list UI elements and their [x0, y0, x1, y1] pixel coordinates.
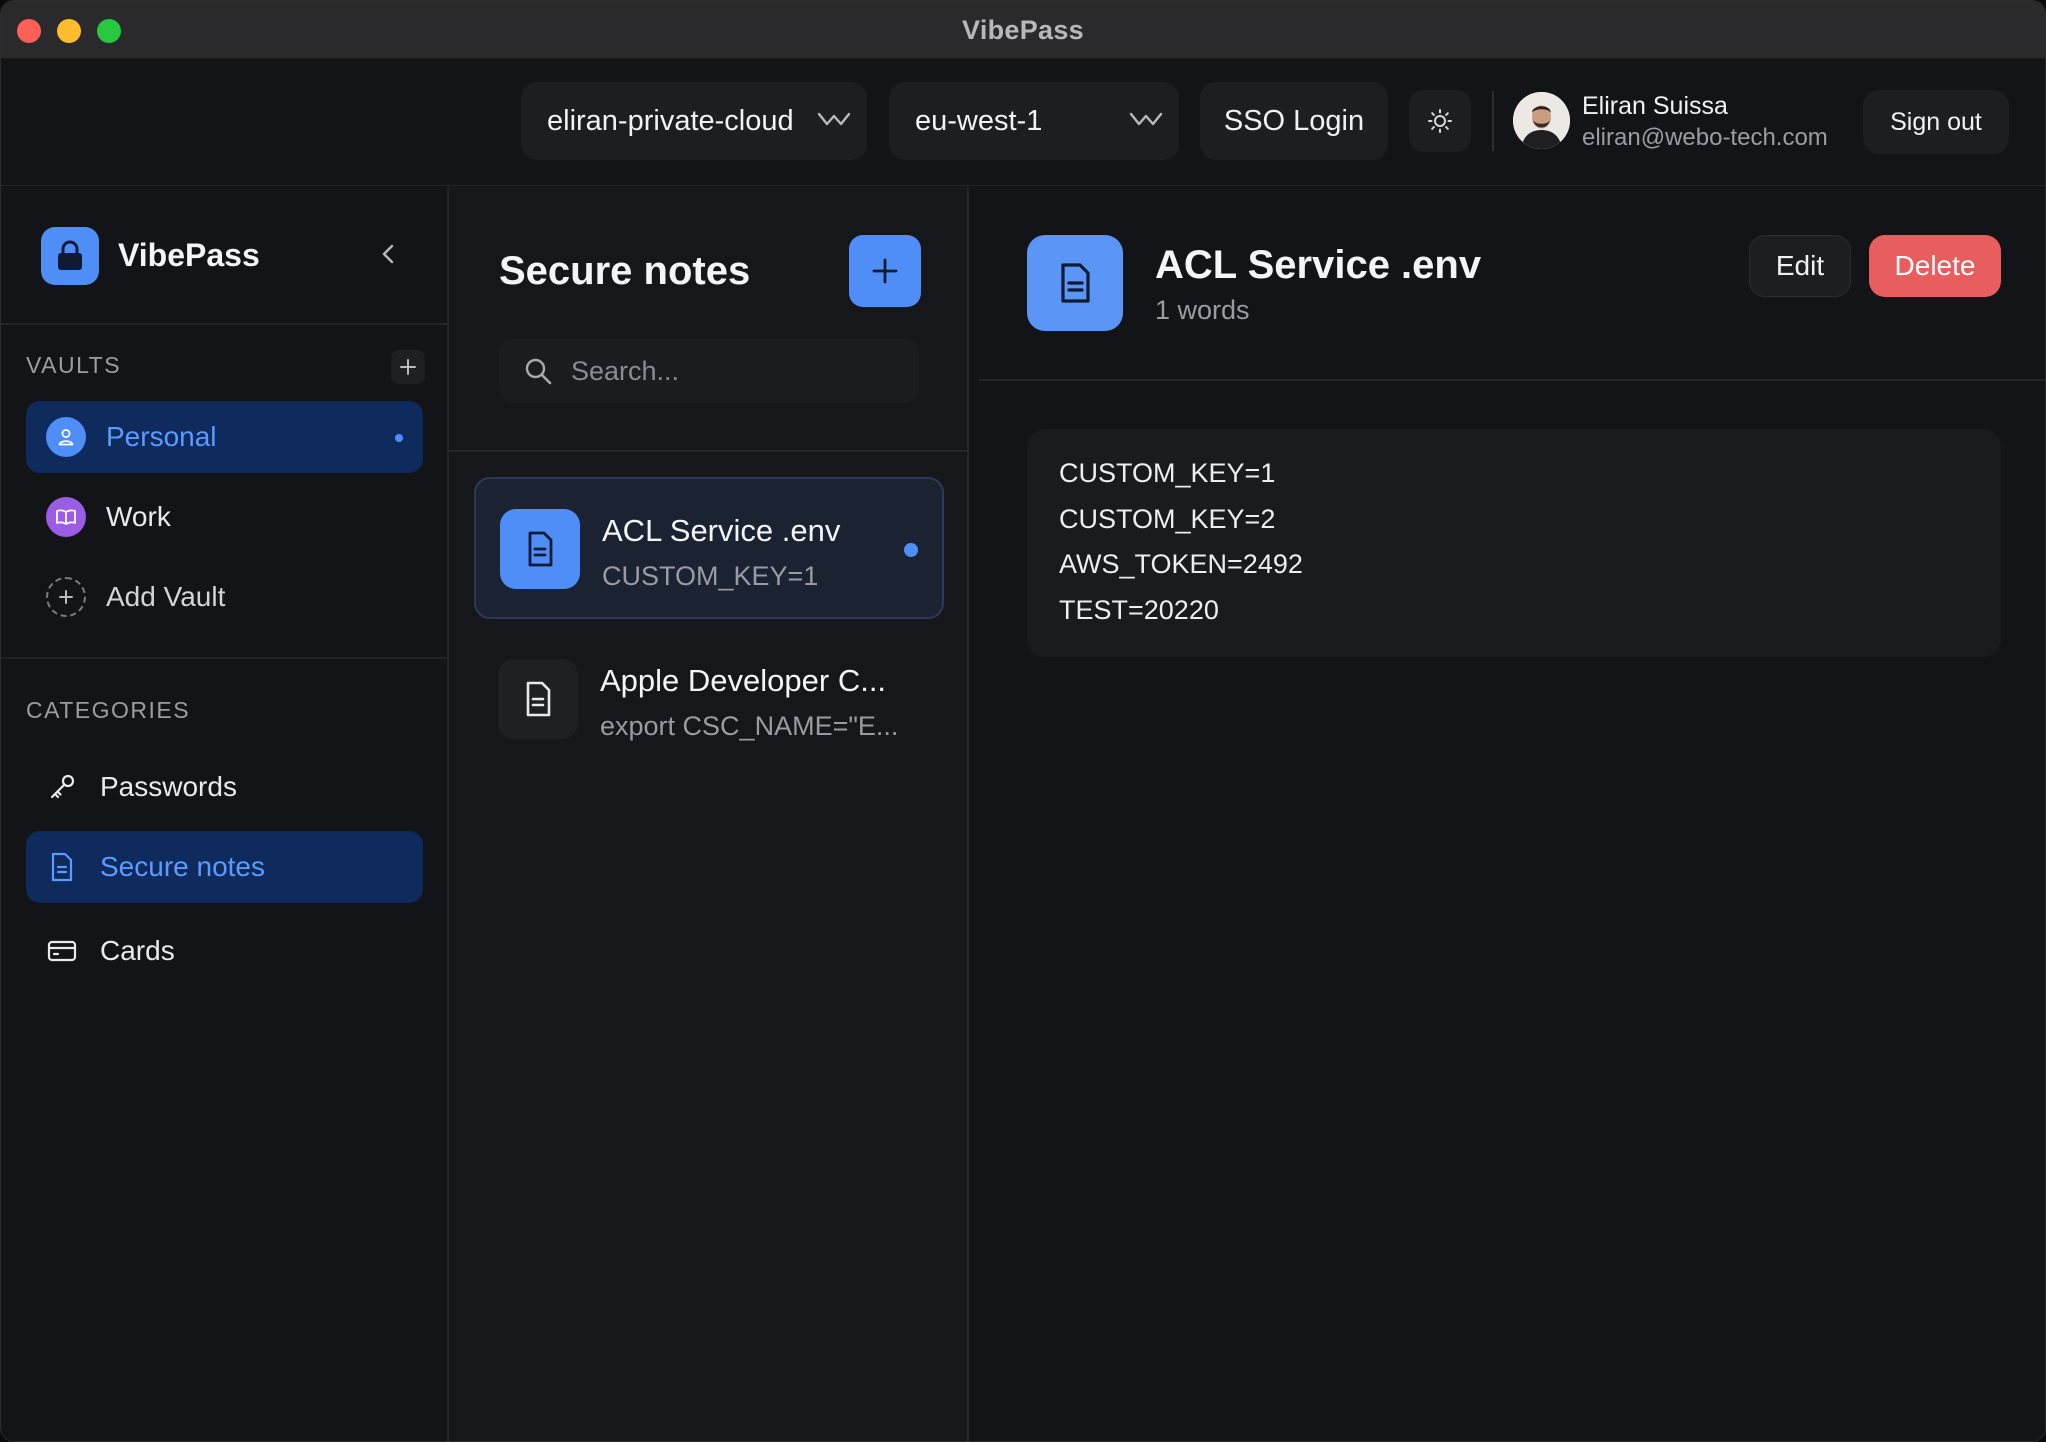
document-icon	[46, 851, 78, 883]
window-title: VibePass	[962, 15, 1084, 45]
categories-heading: CATEGORIES	[26, 697, 191, 723]
sidebar-divider	[1, 657, 447, 659]
delete-button-label: Delete	[1894, 250, 1976, 281]
user-avatar-icon	[1513, 92, 1570, 149]
profile-select[interactable]: eliran-private-cloud	[521, 82, 867, 160]
note-item[interactable]: ACL Service .env CUSTOM_KEY=1	[474, 477, 944, 619]
word-count: 1 words	[1155, 295, 1250, 325]
brand-name: VibePass	[118, 237, 260, 273]
list-title: Secure notes	[499, 249, 751, 293]
user-name: Eliran Suissa	[1582, 92, 1728, 120]
edit-button[interactable]: Edit	[1749, 235, 1851, 297]
chevron-down-icon	[817, 112, 851, 126]
profile-select-label: eliran-private-cloud	[547, 104, 794, 137]
document-icon	[500, 509, 580, 589]
note-item[interactable]: Apple Developer C... export CSC_NAME="E.…	[474, 629, 944, 771]
sso-login-button[interactable]: SSO Login	[1200, 82, 1388, 160]
list-divider	[449, 450, 967, 452]
search-box[interactable]	[499, 339, 919, 403]
key-icon	[46, 771, 78, 803]
content-line: CUSTOM_KEY=1	[1059, 458, 1276, 488]
add-note-button[interactable]	[849, 235, 921, 307]
plus-icon	[872, 258, 898, 284]
sso-login-label: SSO Login	[1223, 104, 1365, 137]
add-vault-label: Add Vault	[106, 581, 226, 612]
sign-out-button[interactable]: Sign out	[1863, 90, 2009, 154]
note-detail-pane: ACL Service .env 1 words Edit Delete CUS…	[969, 187, 2045, 1441]
book-icon	[46, 497, 86, 537]
search-icon	[525, 358, 552, 385]
lock-icon	[58, 240, 82, 270]
category-item-passwords[interactable]: Passwords	[26, 751, 423, 823]
vault-item-label: Personal	[106, 421, 217, 452]
toolbar-divider	[1492, 91, 1494, 151]
plus-icon	[400, 359, 416, 375]
active-indicator	[395, 434, 403, 442]
collapse-sidebar-icon[interactable]	[373, 239, 403, 269]
title-bar: VibePass	[1, 1, 2045, 59]
note-content[interactable]: CUSTOM_KEY=1 CUSTOM_KEY=2 AWS_TOKEN=2492…	[1027, 429, 2001, 657]
detail-divider	[979, 379, 2045, 381]
notes-list-pane: Secure notes ACL Service .env CUSTOM_KEY…	[449, 187, 969, 1441]
category-item-cards[interactable]: Cards	[26, 915, 423, 987]
add-vault-icon-button[interactable]	[391, 350, 425, 384]
add-vault-button[interactable]: Add Vault	[26, 561, 423, 633]
chevron-down-icon	[1129, 112, 1163, 126]
category-item-secure-notes[interactable]: Secure notes	[26, 831, 423, 903]
top-toolbar: eliran-private-cloud eu-west-1 SSO Login	[1, 59, 2045, 186]
document-icon	[498, 659, 578, 739]
brand-logo	[41, 227, 99, 285]
category-item-label: Cards	[100, 935, 175, 966]
content-line: CUSTOM_KEY=2	[1059, 503, 1276, 534]
content-line: TEST=20220	[1059, 594, 1219, 625]
sidebar-divider	[1, 323, 447, 325]
document-icon	[1027, 235, 1123, 331]
avatar[interactable]	[1513, 92, 1570, 149]
sun-icon	[1428, 109, 1452, 133]
category-item-label: Secure notes	[100, 851, 265, 882]
vault-item-label: Work	[106, 501, 171, 532]
edit-button-label: Edit	[1775, 250, 1825, 281]
category-item-label: Passwords	[100, 771, 237, 802]
delete-button[interactable]: Delete	[1869, 235, 2001, 297]
sign-out-label: Sign out	[1890, 107, 1982, 136]
region-select[interactable]: eu-west-1	[889, 82, 1179, 160]
card-icon	[46, 935, 78, 967]
note-title: Apple Developer C...	[600, 663, 887, 698]
user-email: eliran@webo-tech.com	[1582, 124, 1828, 151]
note-title: ACL Service .env	[602, 513, 841, 548]
search-input[interactable]	[571, 355, 891, 387]
theme-toggle-button[interactable]	[1409, 90, 1471, 152]
vault-item-personal[interactable]: Personal	[26, 401, 423, 473]
plus-circle-icon	[46, 577, 86, 617]
person-icon	[46, 417, 86, 457]
region-select-label: eu-west-1	[915, 104, 1043, 137]
app-window: VibePass eliran-private-cloud eu-west-1 …	[0, 0, 2046, 1442]
unsaved-indicator	[904, 543, 918, 557]
note-snippet: export CSC_NAME="E...	[600, 711, 899, 741]
content-line: AWS_TOKEN=2492	[1059, 549, 1303, 579]
sidebar: VibePass VAULTS Personal Work Add Vault …	[1, 187, 449, 1441]
vaults-heading: VAULTS	[26, 352, 122, 378]
vault-item-work[interactable]: Work	[26, 481, 423, 553]
note-snippet: CUSTOM_KEY=1	[602, 561, 819, 591]
note-detail-title: ACL Service .env	[1155, 243, 1482, 287]
